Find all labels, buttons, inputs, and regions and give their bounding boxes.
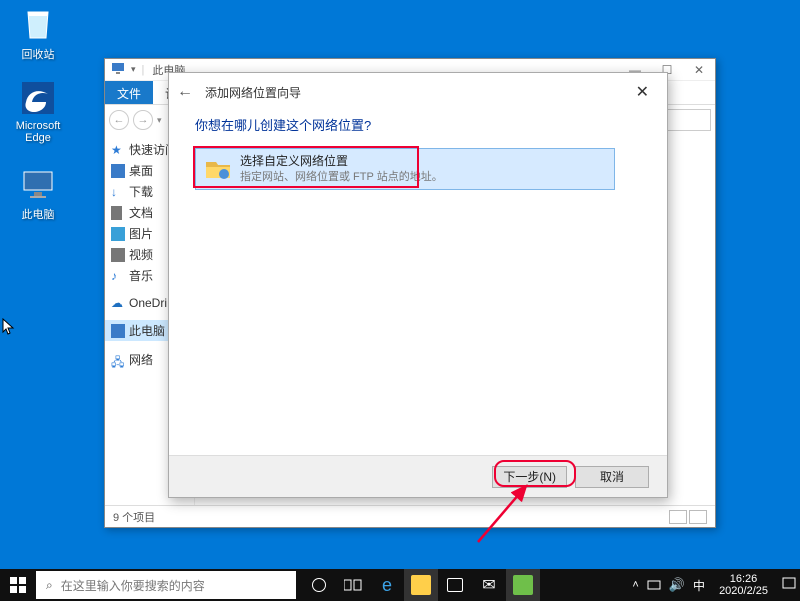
clock-date: 2020/2/25 <box>719 585 768 597</box>
desktop-edge[interactable]: Microsoft Edge <box>6 78 70 144</box>
taskbar-search-input[interactable]: ⌕ 在这里输入你要搜索的内容 <box>36 571 296 599</box>
button-label: 下一步(N) <box>503 468 556 485</box>
system-tray: ˄ 🔊 中 16:26 2020/2/25 <box>632 573 800 597</box>
videos-icon <box>111 248 125 262</box>
tab-file[interactable]: 文件 <box>105 81 153 104</box>
tray-ime-indicator[interactable]: 中 <box>693 577 705 594</box>
search-placeholder: 在这里输入你要搜索的内容 <box>61 577 205 594</box>
document-icon <box>111 206 125 220</box>
sidebar-label: 网络 <box>129 351 153 368</box>
clock-time: 16:26 <box>719 573 768 585</box>
option-custom-network-location[interactable]: 选择自定义网络位置 指定网站、网络位置或 FTP 站点的地址。 <box>195 148 615 190</box>
taskbar-app-edge[interactable]: e <box>370 569 404 601</box>
taskbar: ⌕ 在这里输入你要搜索的内容 e ✉ ˄ 🔊 中 16:26 2020/2/25 <box>0 569 800 601</box>
sidebar-label: 下载 <box>129 183 153 200</box>
add-network-location-wizard: ← 添加网络位置向导 ✕ 你想在哪儿创建这个网络位置? 选择自定义网络位置 指定… <box>168 72 668 498</box>
desktop-icon <box>111 164 125 178</box>
status-item-count: 9 个项目 <box>113 509 155 525</box>
taskbar-app-mail[interactable]: ✉ <box>472 569 506 601</box>
wizard-close-button[interactable]: ✕ <box>626 78 659 106</box>
view-details-button[interactable] <box>669 510 687 524</box>
mail-icon: ✉ <box>479 575 499 595</box>
sidebar-label: 桌面 <box>129 162 153 179</box>
thispc-icon <box>18 164 58 204</box>
sidebar-label: 文档 <box>129 204 153 221</box>
folder-network-icon <box>204 154 232 182</box>
nav-back-button[interactable]: ← <box>109 110 129 130</box>
sidebar-label: 此电脑 <box>129 322 165 339</box>
wizard-footer: 下一步(N) 取消 <box>169 455 667 497</box>
desktop-this-pc[interactable]: 此电脑 <box>6 164 70 222</box>
tray-expand-button[interactable]: ˄ <box>632 579 638 591</box>
wizard-back-button[interactable]: ← <box>177 83 197 101</box>
button-label: 取消 <box>600 468 624 485</box>
music-icon: ♪ <box>111 269 125 283</box>
down-arrow-icon[interactable]: ▾ <box>131 64 136 75</box>
next-button[interactable]: 下一步(N) <box>492 466 567 488</box>
nav-history-dropdown[interactable]: ▾ <box>157 115 162 126</box>
edge-icon <box>18 78 58 118</box>
tray-network-icon[interactable] <box>647 577 661 594</box>
desktop-icon-label: Microsoft Edge <box>6 120 70 144</box>
taskbar-app-store[interactable] <box>438 569 472 601</box>
explorer-statusbar: 9 个项目 <box>105 505 715 527</box>
wizard-title: 添加网络位置向导 <box>205 84 301 101</box>
option-description: 指定网站、网络位置或 FTP 站点的地址。 <box>240 170 443 184</box>
sidebar-label: 音乐 <box>129 267 153 284</box>
thispc-icon <box>111 324 125 338</box>
tray-notifications-button[interactable] <box>782 577 796 594</box>
wizard-question: 你想在哪儿创建这个网络位置? <box>195 115 641 134</box>
sidebar-label: 视频 <box>129 246 153 263</box>
view-icons-button[interactable] <box>689 510 707 524</box>
close-button[interactable]: ✕ <box>683 59 715 81</box>
taskbar-app-unknown[interactable] <box>506 569 540 601</box>
store-icon <box>447 578 463 592</box>
sidebar-label: 图片 <box>129 225 153 242</box>
recycle-bin-icon <box>18 4 58 44</box>
onedrive-icon: ☁ <box>111 296 125 310</box>
option-title: 选择自定义网络位置 <box>240 154 443 170</box>
desktop-icon-label: 此电脑 <box>6 206 70 222</box>
folder-icon <box>411 575 431 595</box>
star-icon: ★ <box>111 143 125 157</box>
mouse-cursor-icon <box>2 318 16 336</box>
tray-volume-icon[interactable]: 🔊 <box>669 577 685 593</box>
edge-icon: e <box>377 575 397 595</box>
tray-clock[interactable]: 16:26 2020/2/25 <box>713 573 774 597</box>
wizard-option-list: 选择自定义网络位置 指定网站、网络位置或 FTP 站点的地址。 <box>195 148 641 190</box>
taskbar-app-explorer[interactable] <box>404 569 438 601</box>
start-button[interactable] <box>0 569 36 601</box>
taskbar-taskview-button[interactable] <box>336 569 370 601</box>
wizard-header: ← 添加网络位置向导 ✕ <box>169 73 667 111</box>
sidebar-label: OneDri <box>129 296 167 310</box>
search-icon: ⌕ <box>46 578 53 593</box>
app-icon <box>513 575 533 595</box>
thispc-small-icon <box>111 61 125 78</box>
cancel-button[interactable]: 取消 <box>575 466 649 488</box>
download-icon: ↓ <box>111 185 125 199</box>
nav-forward-button[interactable]: → <box>133 110 153 130</box>
desktop-recycle-bin[interactable]: 回收站 <box>6 4 70 62</box>
network-icon: 🖧 <box>111 353 125 367</box>
desktop-icon-label: 回收站 <box>6 46 70 62</box>
pictures-icon <box>111 227 125 241</box>
taskbar-cortana-button[interactable] <box>302 569 336 601</box>
